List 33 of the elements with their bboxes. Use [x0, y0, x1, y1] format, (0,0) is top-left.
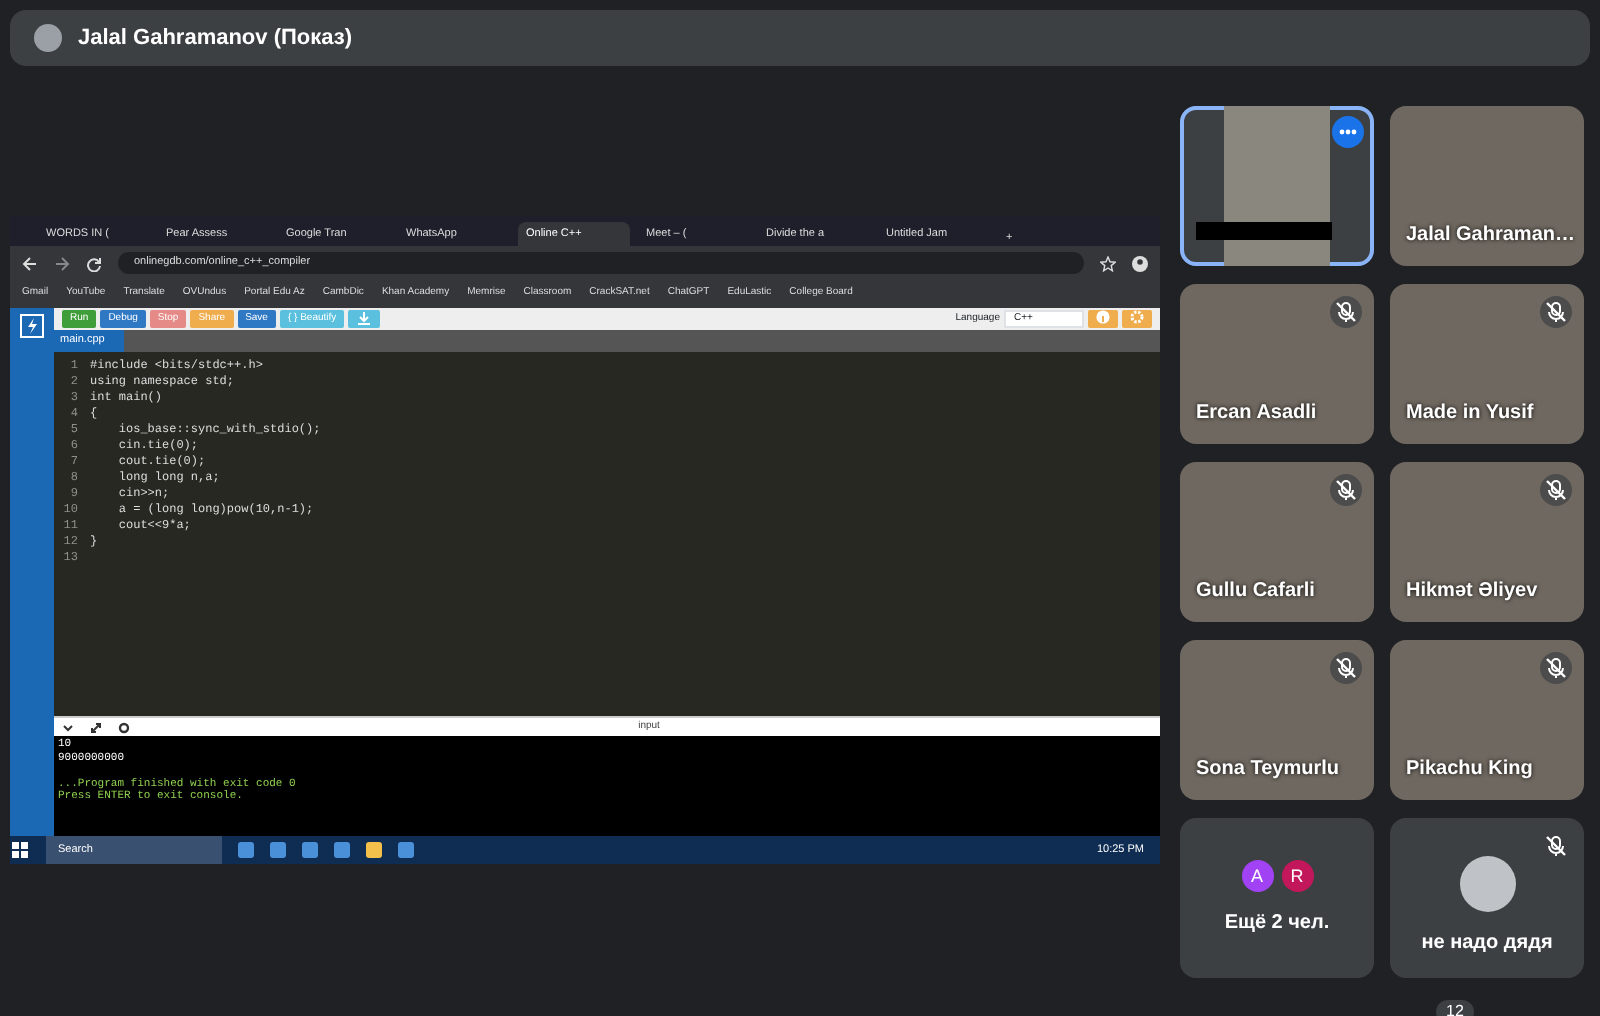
participant-count-badge[interactable]: 12 [1436, 1000, 1474, 1016]
avatar-icon [34, 24, 62, 52]
avatar-initial: A [1241, 859, 1273, 891]
info-icon [1096, 310, 1110, 325]
expand-icon[interactable] [90, 721, 102, 733]
participant-name: не надо дядя [1421, 929, 1553, 957]
avatar-photo [1459, 855, 1515, 911]
chevron-icon[interactable] [62, 721, 74, 733]
more-participants-label: Ещё 2 чел. [1224, 909, 1330, 937]
folder-icon[interactable] [366, 842, 382, 858]
participant-name: Pikachu King [1406, 756, 1533, 784]
avatar-initial: R [1281, 859, 1313, 891]
info-button[interactable] [1088, 310, 1118, 328]
reload-icon[interactable] [86, 255, 102, 271]
settings-button[interactable] [1122, 310, 1152, 328]
download-icon [356, 310, 373, 326]
participant-name: Hikmət Əliyev [1406, 578, 1538, 606]
redaction-bar [1196, 222, 1332, 240]
presenter-name: Jalal Gahramanov (Показ) [78, 23, 353, 54]
more-options-button[interactable] [1332, 116, 1364, 148]
more-icon [1338, 128, 1358, 136]
participant-name: Ercan Asadli [1196, 400, 1317, 428]
lightning-icon [20, 314, 44, 338]
star-icon[interactable] [1100, 255, 1116, 271]
forward-icon[interactable] [54, 255, 70, 271]
back-icon[interactable] [22, 255, 38, 271]
participant-name: Gullu Cafarli [1196, 578, 1315, 606]
profile-icon[interactable] [1132, 255, 1148, 271]
windows-icon[interactable] [10, 840, 30, 860]
participant-name: Sona Teymurlu [1196, 756, 1339, 784]
download-button[interactable] [348, 310, 381, 328]
participant-name: Made in Yusif [1406, 400, 1534, 428]
participant-name: Jalal Gahraman… [1406, 222, 1575, 250]
